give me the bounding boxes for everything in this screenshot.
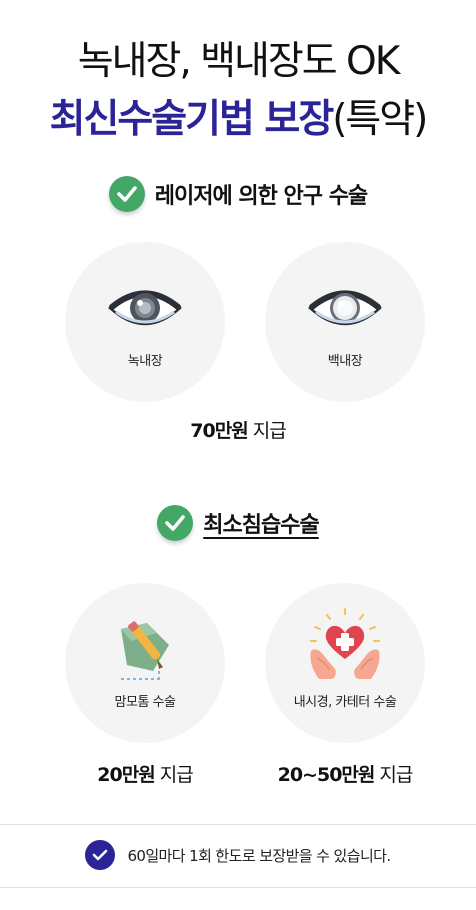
minimal-section-label: 최소침습수술 bbox=[203, 513, 319, 538]
hands-heart-icon bbox=[265, 607, 425, 683]
laser-payout-suffix: 지급 bbox=[247, 420, 287, 442]
endoscope-payout: 20~50만원 지급 bbox=[255, 760, 435, 787]
glaucoma-card: 녹내장 bbox=[65, 242, 225, 402]
endoscope-card: 내시경, 카테터 수술 bbox=[265, 583, 425, 743]
footer-divider-top bbox=[0, 824, 476, 825]
cataract-card: 백내장 bbox=[265, 242, 425, 402]
mammotome-payout: 20만원 지급 bbox=[65, 760, 225, 787]
check-circle-icon bbox=[157, 505, 194, 541]
headline-line-2: 최신수술기법 보장(특약) bbox=[0, 88, 476, 144]
eye-dark-lens-icon bbox=[65, 282, 225, 334]
laser-payout-amount: 70만원 bbox=[190, 420, 248, 442]
minimal-section-title: 최소침습수술 bbox=[0, 505, 476, 541]
glaucoma-label: 녹내장 bbox=[127, 354, 163, 369]
mammotome-payout-suffix: 지급 bbox=[154, 764, 194, 786]
footer-note-text: 60일마다 1회 한도로 보장받을 수 있습니다. bbox=[127, 846, 391, 865]
headline-suffix: (특약) bbox=[332, 97, 428, 142]
laser-section-title: 레이저에 의한 안구 수술 bbox=[0, 176, 476, 212]
endoscope-payout-amount: 20~50만원 bbox=[277, 764, 376, 786]
endoscope-label: 내시경, 카테터 수술 bbox=[293, 695, 397, 710]
headline-accent: 최신수술기법 보장 bbox=[49, 97, 335, 142]
laser-payout: 70만원 지급 bbox=[0, 416, 476, 443]
check-circle-icon bbox=[108, 176, 145, 212]
headline-line-1: 녹내장, 백내장도 OK bbox=[77, 39, 401, 84]
mammotome-card: 맘모톰 수술 bbox=[65, 583, 225, 743]
mammotome-payout-amount: 20만원 bbox=[97, 764, 155, 786]
cataract-label: 백내장 bbox=[327, 354, 363, 369]
footer-note: 60일마다 1회 한도로 보장받을 수 있습니다. bbox=[0, 840, 476, 870]
surgical-pen-icon bbox=[65, 615, 225, 685]
mammotome-label: 맘모톰 수술 bbox=[114, 695, 176, 710]
eye-cloudy-lens-icon bbox=[265, 282, 425, 334]
endoscope-payout-suffix: 지급 bbox=[374, 764, 413, 786]
check-circle-icon bbox=[85, 840, 116, 870]
laser-section-label: 레이저에 의한 안구 수술 bbox=[154, 184, 368, 209]
footer-divider-bottom bbox=[0, 887, 476, 888]
